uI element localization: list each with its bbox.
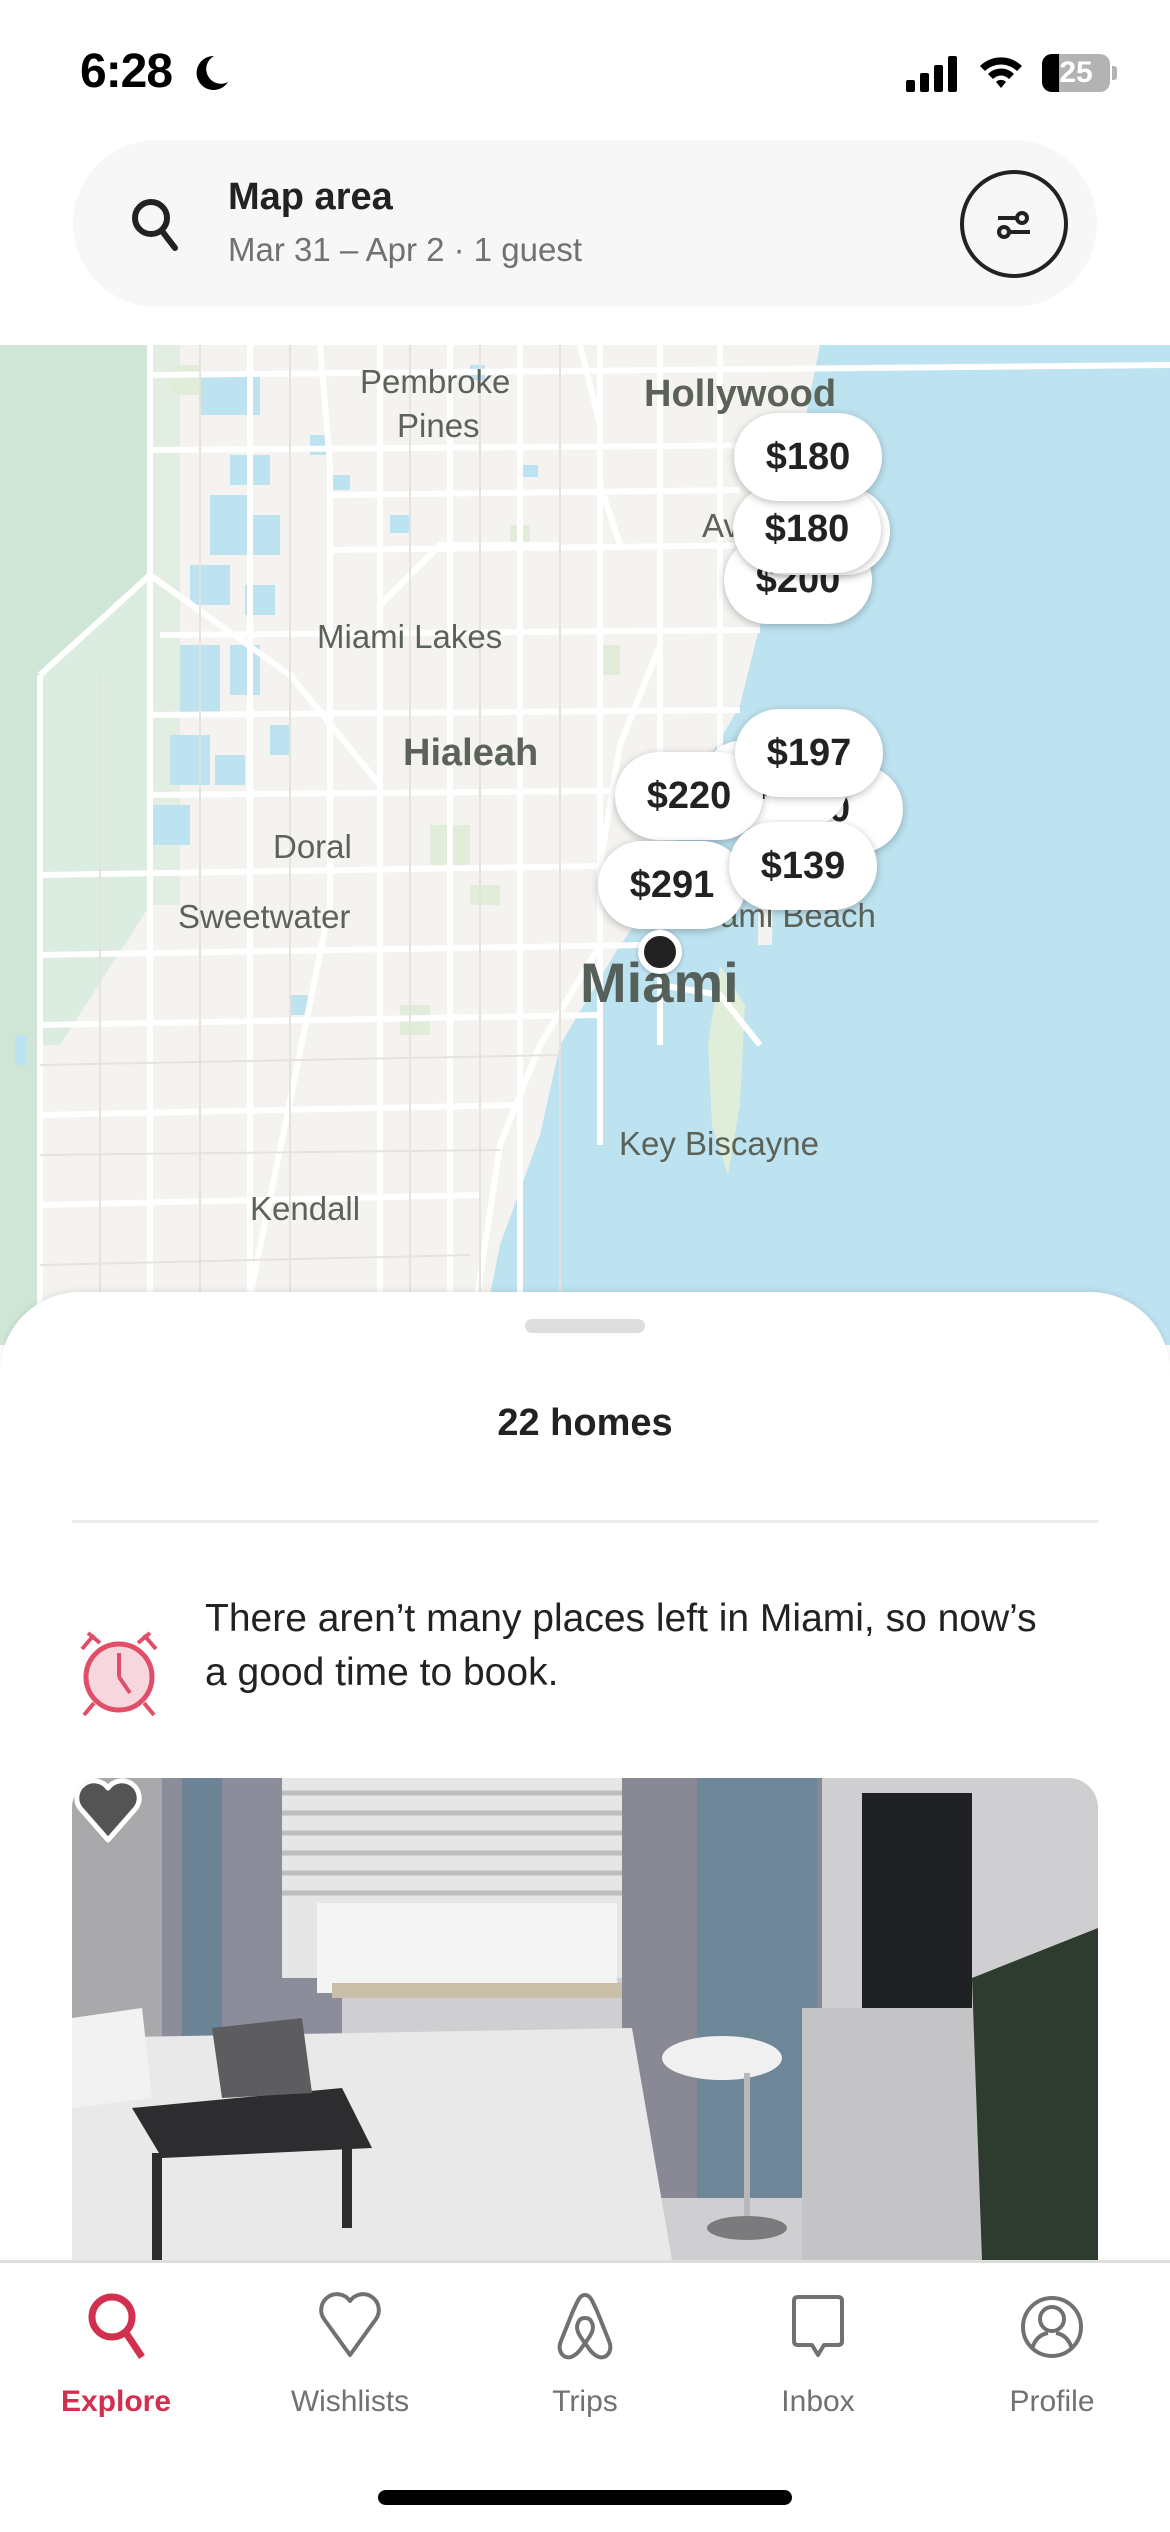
status-time: 6:28 bbox=[80, 45, 173, 98]
map-label-miami-lakes: Miami Lakes bbox=[317, 618, 503, 655]
moon-icon bbox=[196, 55, 228, 90]
location-dot-icon bbox=[638, 930, 682, 974]
tab-label: Trips bbox=[552, 2385, 618, 2418]
map-label-pembroke: Pembroke bbox=[360, 363, 511, 400]
price-pin[interactable]: $291 bbox=[598, 841, 746, 929]
battery-nub bbox=[1112, 66, 1117, 80]
wifi-icon bbox=[980, 57, 1022, 88]
search-title: Map area bbox=[228, 176, 393, 218]
cellular-signal-icon bbox=[906, 56, 957, 92]
map-label-kendall: Kendall bbox=[250, 1190, 361, 1227]
battery-percent: 25 bbox=[1059, 56, 1093, 89]
search-bar[interactable]: Map area Mar 31 – Apr 2 · 1 guest bbox=[73, 140, 1097, 307]
heart-icon bbox=[319, 2292, 381, 2357]
map-label-key-biscayne: Key Biscayne bbox=[619, 1125, 819, 1162]
tab-trips[interactable]: Trips bbox=[485, 2263, 685, 2443]
sheet-drag-handle[interactable] bbox=[525, 1319, 645, 1333]
message-bubble-icon bbox=[792, 2295, 844, 2357]
search-icon bbox=[88, 2293, 145, 2359]
map-label-doral: Doral bbox=[273, 828, 352, 865]
alarm-clock-icon bbox=[80, 1631, 158, 1717]
scarcity-message: There aren’t many places left in Miami, … bbox=[205, 1597, 1037, 1694]
listing-photo[interactable] bbox=[72, 1778, 1098, 2260]
heart-icon[interactable] bbox=[72, 1778, 144, 1844]
map-label-hollywood: Hollywood bbox=[644, 373, 837, 415]
home-indicator[interactable] bbox=[378, 2490, 792, 2505]
price-pin[interactable]: $197 bbox=[735, 709, 883, 797]
status-bar: 6:28 25 bbox=[0, 0, 1170, 140]
map-label-sweetwater: Sweetwater bbox=[178, 898, 351, 935]
listing-photo-image bbox=[72, 1778, 1098, 2260]
tab-explore[interactable]: Explore bbox=[16, 2263, 216, 2443]
divider bbox=[72, 1520, 1098, 1523]
map-view[interactable]: Pembroke Pines Hollywood Av Miami Lakes … bbox=[0, 345, 1170, 1345]
tab-label: Explore bbox=[60, 2385, 172, 2418]
battery-indicator: 25 bbox=[1042, 54, 1110, 92]
homes-count: 22 homes bbox=[497, 1402, 673, 1444]
price-pin[interactable]: $180 bbox=[734, 413, 882, 501]
tab-label: Profile bbox=[1009, 2385, 1095, 2418]
tab-wishlists[interactable]: Wishlists bbox=[250, 2263, 450, 2443]
price-pin[interactable]: $139 bbox=[729, 822, 877, 910]
airbnb-logo-icon bbox=[557, 2292, 613, 2360]
profile-icon bbox=[1021, 2296, 1083, 2358]
map-label-pines: Pines bbox=[397, 407, 480, 444]
tab-inbox[interactable]: Inbox bbox=[718, 2263, 918, 2443]
search-icon bbox=[132, 199, 178, 251]
tab-profile[interactable]: Profile bbox=[952, 2263, 1152, 2443]
filter-button[interactable] bbox=[960, 170, 1068, 278]
search-subtitle: Mar 31 – Apr 2 · 1 guest bbox=[228, 231, 583, 268]
tab-label: Wishlists bbox=[290, 2385, 410, 2418]
map-label-hialeah: Hialeah bbox=[403, 732, 539, 774]
filter-sliders-icon bbox=[997, 211, 1030, 239]
tab-label: Inbox bbox=[781, 2385, 855, 2418]
map-base bbox=[0, 345, 1170, 1345]
